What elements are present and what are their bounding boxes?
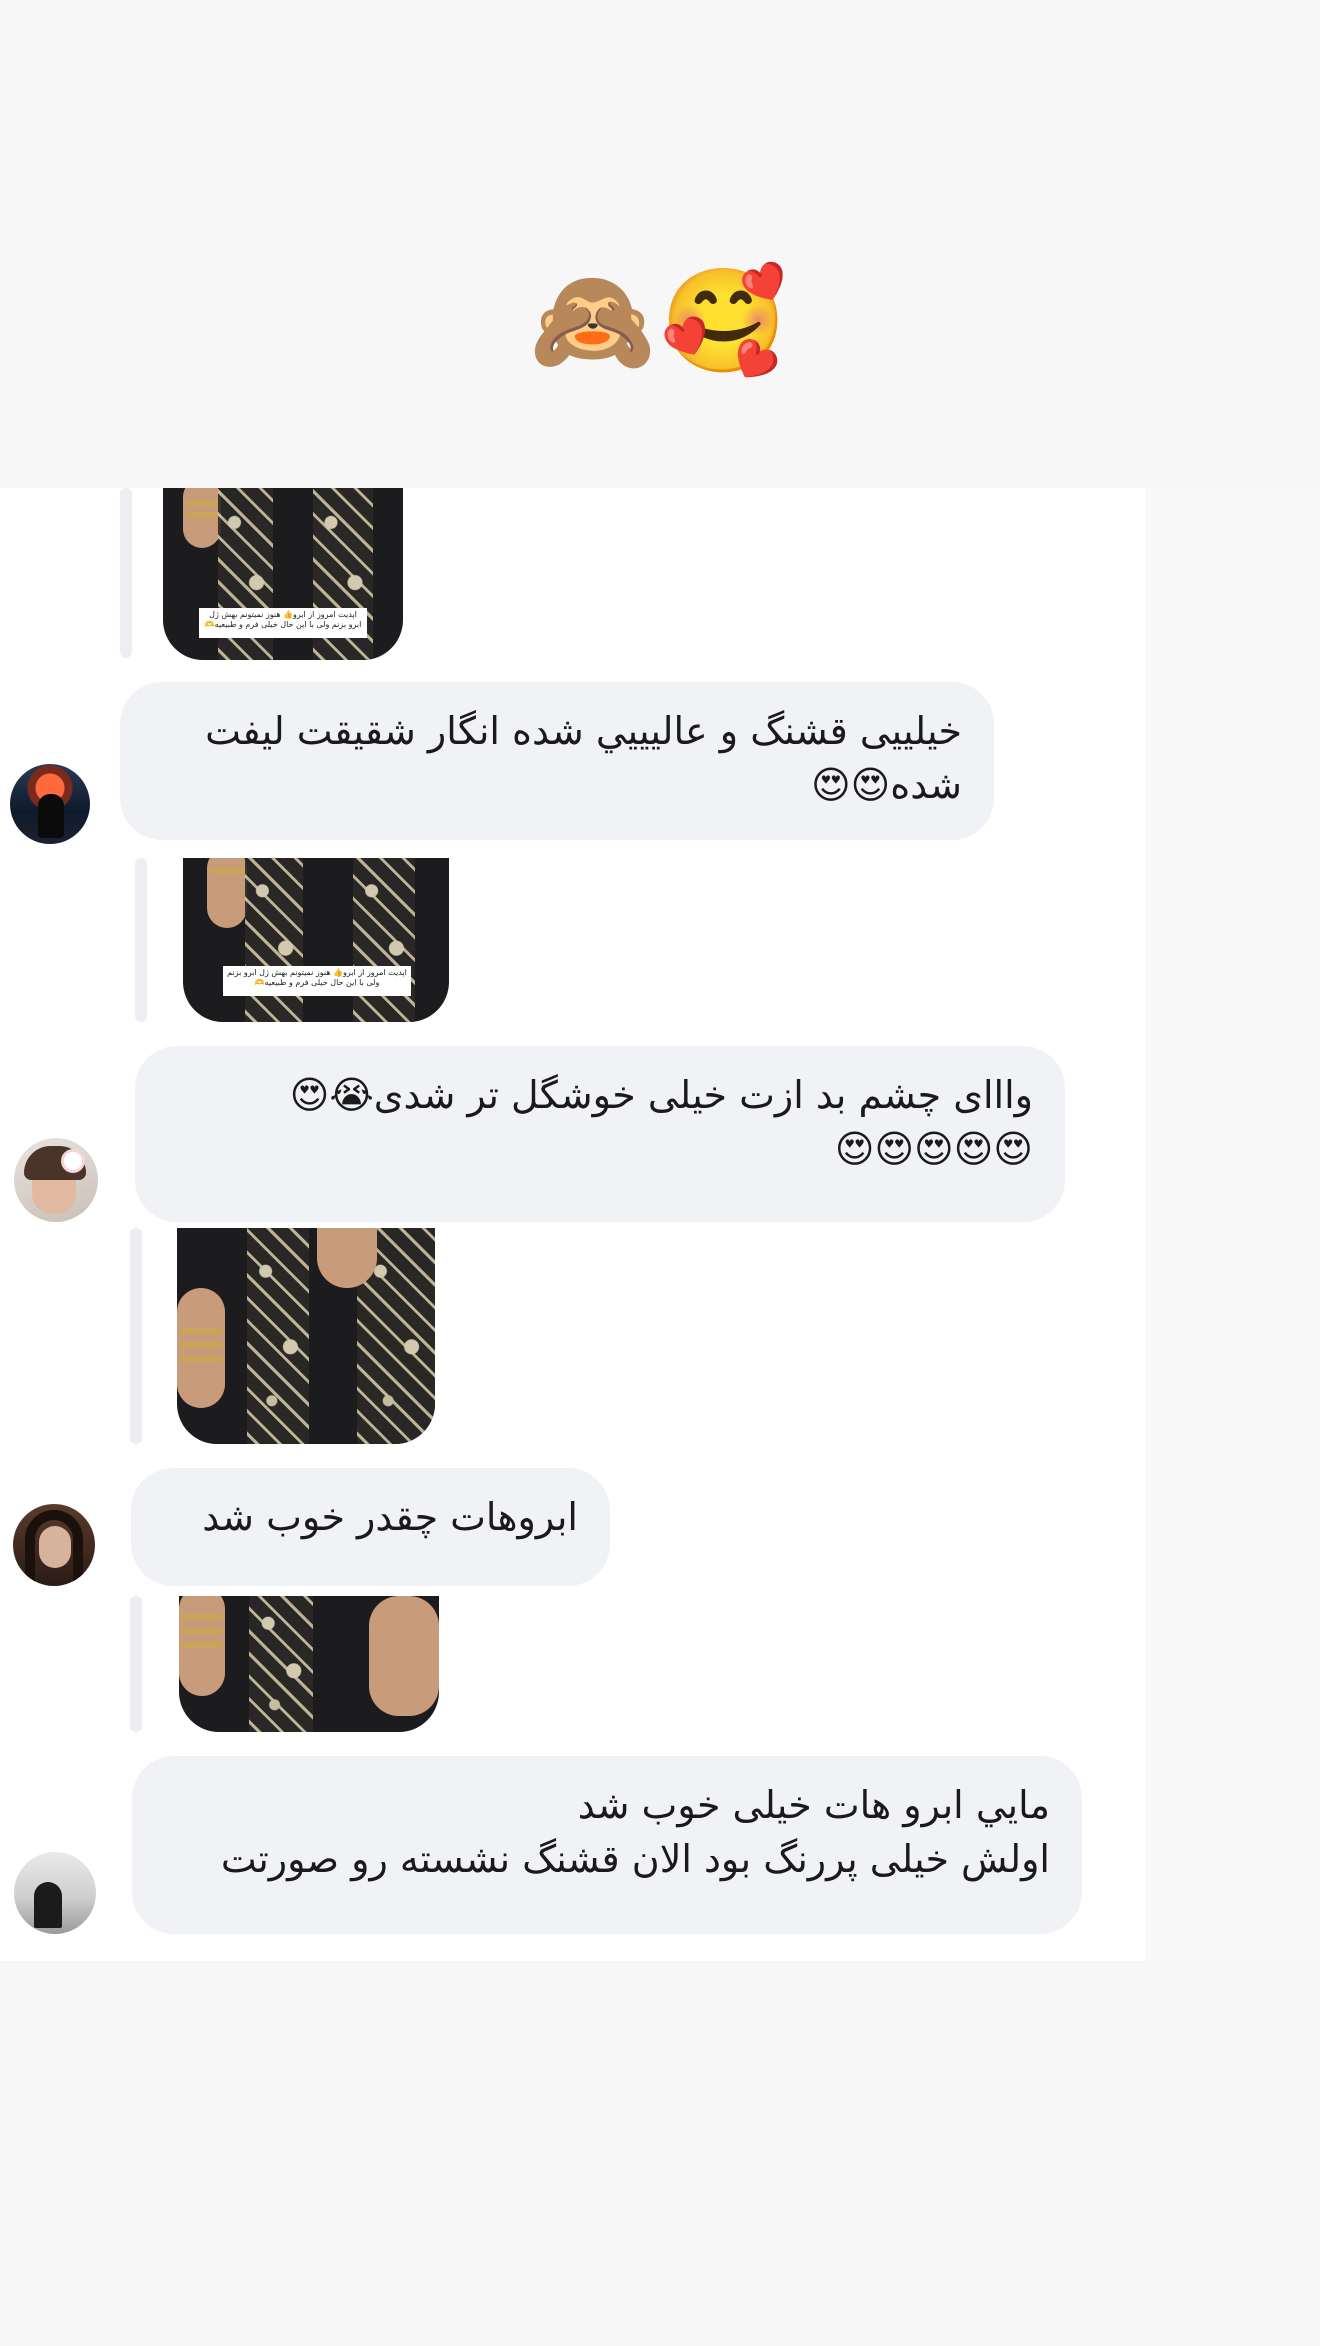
reply-thumbnail[interactable] (179, 1596, 439, 1732)
bracelet-shape (181, 1628, 223, 1634)
bottom-area (0, 1961, 1320, 2346)
reply-indicator-bar (130, 1596, 142, 1732)
hand-shape (183, 488, 221, 548)
embroidery-pattern (249, 1596, 313, 1732)
bracelet-shape (181, 1642, 223, 1648)
embroidery-pattern (247, 1228, 309, 1444)
reply-indicator-bar (135, 858, 147, 1022)
avatar[interactable] (13, 1504, 95, 1586)
reply-thumbnail[interactable]: اپدیت امروز از ابرو👍 هنوز نمیتونم بهش ژل… (183, 858, 449, 1022)
bracelet-shape (179, 1328, 223, 1334)
hand-shape (317, 1228, 377, 1288)
bracelet-shape (185, 512, 221, 518)
avatar-hair (25, 1510, 83, 1584)
thumbnail-caption: اپدیت امروز از ابرو👍 هنوز نمیتونم بهش ژل… (199, 608, 367, 638)
reply-indicator-bar (120, 488, 132, 658)
right-strip (1145, 488, 1320, 1961)
bracelet-shape (209, 868, 247, 874)
reply-thumbnail[interactable]: اپدیت امروز از ابرو👍 هنوز نمیتونم بهش ژل… (163, 488, 403, 660)
hand-shape (369, 1596, 439, 1716)
avatar[interactable] (14, 1852, 96, 1934)
reply-indicator-bar (130, 1228, 142, 1444)
embroidery-pattern (353, 858, 415, 1022)
bracelet-shape (181, 1614, 223, 1620)
avatar[interactable] (14, 1138, 98, 1222)
top-area (0, 0, 1320, 488)
bracelet-shape (179, 1342, 223, 1348)
avatar[interactable] (10, 764, 90, 844)
hand-shape (177, 1288, 225, 1408)
bracelet-shape (179, 1356, 223, 1362)
avatar-figure (38, 794, 64, 838)
embroidery-pattern (245, 858, 303, 1022)
reply-thumbnail[interactable] (177, 1228, 435, 1444)
avatar-figure (34, 1882, 62, 1928)
bracelet-shape (185, 500, 221, 506)
message-bubble[interactable]: وااای چشم بد ازت خیلی خوشگل تر شدی😭😍 😍😍😍… (135, 1046, 1065, 1222)
reaction-emojis: 🙈🥰 (528, 262, 791, 381)
thumbnail-caption: اپدیت امروز از ابرو👍 هنوز نمیتونم بهش ژل… (223, 966, 411, 996)
flower-icon (64, 1152, 82, 1170)
message-bubble[interactable]: ابروهات چقدر خوب شد (131, 1468, 610, 1586)
message-bubble[interactable]: مايي ابرو هات خيلى خوب شد اولش خيلى پررن… (132, 1756, 1082, 1934)
message-bubble[interactable]: خیلییی قشنگ و عاليييي شده انگار شقيقت لي… (120, 682, 994, 840)
